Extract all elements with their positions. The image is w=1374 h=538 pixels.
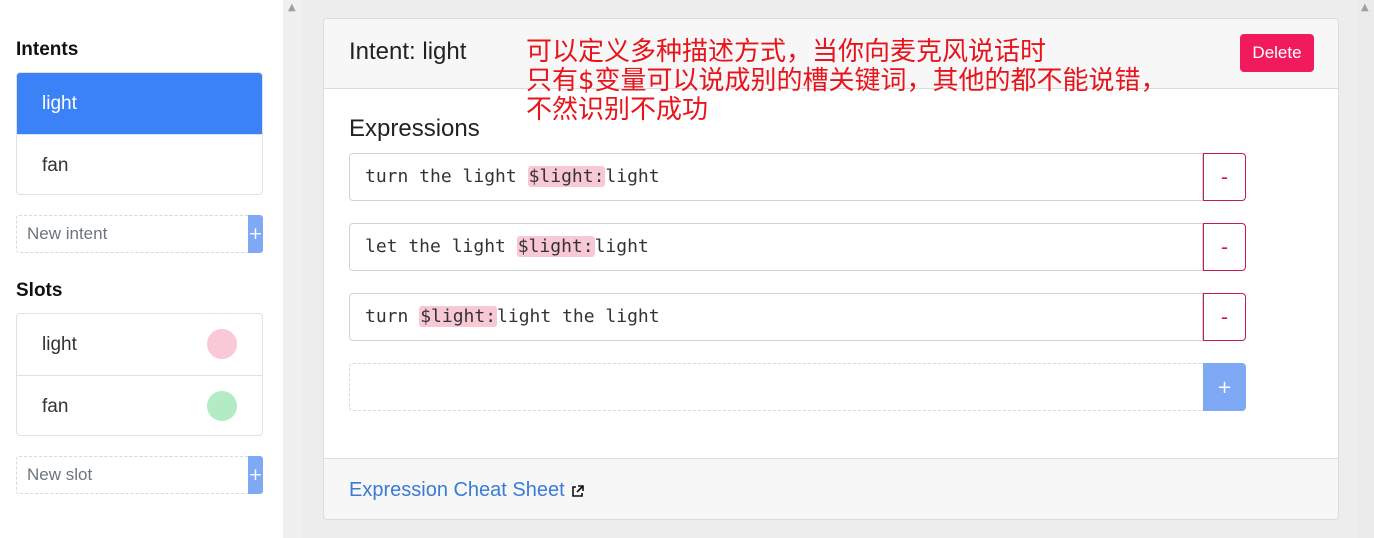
new-intent-row: + bbox=[16, 215, 263, 253]
expression-row: turn $light:light the light - bbox=[349, 293, 1246, 341]
expression-text: let the light bbox=[365, 236, 517, 257]
delete-button[interactable]: Delete bbox=[1240, 34, 1314, 72]
remove-expression-button[interactable]: - bbox=[1203, 293, 1246, 341]
annotation-line: 只有$变量可以说成别的槽关键词，其他的都不能说错， bbox=[526, 66, 1167, 96]
expression-input[interactable]: let the light $light:light bbox=[349, 223, 1203, 271]
slot-tag: $light: bbox=[516, 236, 595, 257]
card-footer: Expression Cheat Sheet bbox=[324, 458, 1338, 519]
new-expression-row: + bbox=[349, 363, 1246, 411]
slot-item-label: fan bbox=[42, 396, 69, 417]
scroll-up-icon[interactable]: ▲ bbox=[1361, 2, 1369, 13]
intent-card: Intent: light Delete 可以定义多种描述方式，当你向麦克风说话… bbox=[323, 18, 1339, 520]
expression-text: light bbox=[605, 166, 660, 187]
expression-text: light bbox=[594, 236, 649, 257]
new-slot-input[interactable] bbox=[16, 456, 248, 494]
expression-row: let the light $light:light - bbox=[349, 223, 1246, 271]
annotation-note: 可以定义多种描述方式，当你向麦克风说话时 只有$变量可以说成别的槽关键词，其他的… bbox=[526, 38, 1167, 125]
intent-item-light[interactable]: light bbox=[17, 73, 262, 134]
new-intent-input[interactable] bbox=[16, 215, 248, 253]
slot-item-fan[interactable]: fan bbox=[17, 375, 262, 435]
new-slot-row: + bbox=[16, 456, 263, 494]
sidebar: Intents light fan + Slots light fan + bbox=[0, 0, 283, 538]
intent-list: light fan bbox=[16, 72, 263, 195]
cheat-sheet-link[interactable]: Expression Cheat Sheet bbox=[349, 479, 584, 504]
expression-row: turn the light $light:light - bbox=[349, 153, 1246, 201]
slots-title: Slots bbox=[16, 280, 63, 301]
expression-input[interactable]: turn $light:light the light bbox=[349, 293, 1203, 341]
intent-item-fan[interactable]: fan bbox=[17, 134, 262, 194]
slot-tag: $light: bbox=[527, 166, 606, 187]
expressions-title: Expressions bbox=[349, 115, 480, 142]
expression-text: turn bbox=[365, 306, 420, 327]
new-expression-input[interactable] bbox=[349, 363, 1203, 411]
annotation-line: 可以定义多种描述方式，当你向麦克风说话时 bbox=[526, 37, 1047, 67]
expression-text: turn the light bbox=[365, 166, 528, 187]
page-title: Intent: light bbox=[349, 38, 467, 65]
intents-title: Intents bbox=[16, 39, 79, 60]
slot-color-dot bbox=[207, 329, 237, 359]
add-slot-button[interactable]: + bbox=[248, 456, 263, 494]
slot-tag: $light: bbox=[419, 306, 498, 327]
external-link-icon bbox=[571, 481, 584, 504]
slot-item-label: light bbox=[42, 334, 77, 355]
remove-expression-button[interactable]: - bbox=[1203, 153, 1246, 201]
main-scrollbar[interactable]: ▲ bbox=[1358, 0, 1374, 538]
sidebar-scrollbar[interactable]: ▲ bbox=[283, 0, 303, 538]
annotation-line: 不然识别不成功 bbox=[526, 95, 709, 125]
slot-color-dot bbox=[207, 391, 237, 421]
add-intent-button[interactable]: + bbox=[248, 215, 263, 253]
cheat-sheet-label: Expression Cheat Sheet bbox=[349, 479, 565, 501]
expression-input[interactable]: turn the light $light:light bbox=[349, 153, 1203, 201]
slot-item-light[interactable]: light bbox=[17, 314, 262, 375]
slot-list: light fan bbox=[16, 313, 263, 436]
scroll-up-icon[interactable]: ▲ bbox=[288, 2, 296, 13]
remove-expression-button[interactable]: - bbox=[1203, 223, 1246, 271]
add-expression-button[interactable]: + bbox=[1203, 363, 1246, 411]
expression-text: light the light bbox=[497, 306, 660, 327]
